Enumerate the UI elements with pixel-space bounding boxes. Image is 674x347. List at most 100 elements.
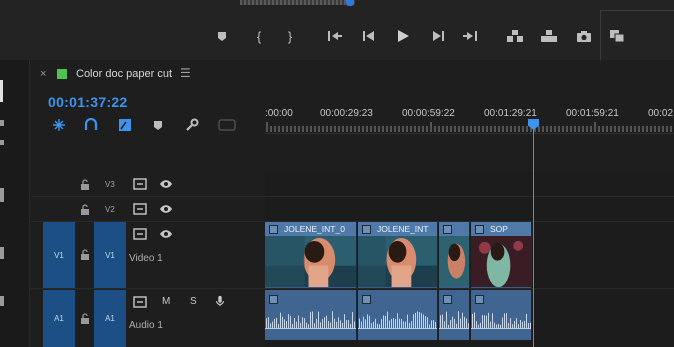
sequence-tab[interactable]: × Color doc paper cut ☰ [31,60,674,88]
sync-lock-icon[interactable] [133,296,147,308]
track-header-v2: V2 [31,197,265,221]
fx-badge-icon [475,224,484,234]
tool-indicator[interactable] [0,120,4,126]
lock-icon[interactable] [80,204,90,215]
audio-waveform [472,312,531,328]
ruler-label: 00:01:59:21 [566,108,619,119]
ruler-ticks [266,122,672,132]
time-ruler[interactable]: :00:00 00:00:29:23 00:00:59:22 00:01:29:… [265,100,674,140]
solo-button[interactable]: S [190,296,197,307]
track-lane-v3[interactable] [265,172,674,196]
ruler-divider [265,133,674,134]
lock-icon[interactable] [80,313,90,324]
eye-icon[interactable] [159,203,173,215]
microphone-icon[interactable] [213,295,227,307]
marker-icon [218,31,226,41]
sequence-title: Color doc paper cut [76,68,172,80]
fx-badge-icon [443,224,452,234]
mute-button[interactable]: M [162,296,170,307]
insert-icon [507,30,523,42]
tool-indicator[interactable] [0,247,4,259]
wrench-icon[interactable] [184,117,200,133]
clip-thumbnail [265,236,356,288]
track-lane-v1[interactable]: JOLENE_INT_0 JOLENE_INT SOP [265,222,674,288]
ruler-label: 00:00:59:22 [402,108,455,119]
tool-indicator[interactable] [0,188,4,202]
mark-in-button[interactable]: { [252,26,266,46]
ruler-label: :00:00 [265,108,293,119]
audio-clip[interactable] [471,290,532,340]
export-frame-button[interactable] [575,26,593,46]
go-to-out-button[interactable] [461,26,479,46]
track-header-v1: V1 V1 Video 1 [31,222,265,288]
step-back-button[interactable] [361,26,377,46]
caption-icon[interactable] [217,117,237,133]
audio-clip[interactable] [265,290,357,340]
ruler-label: 00:00:29:23 [320,108,373,119]
audio-clip[interactable] [358,290,438,340]
fx-badge-icon [362,224,371,234]
clip-name: SOP [490,224,508,234]
mark-out-button[interactable]: } [283,26,297,46]
audio-waveform [440,311,469,328]
program-playhead[interactable] [346,0,354,6]
clip-thumbnail [439,236,469,287]
volume-line[interactable] [471,328,531,329]
tools-panel [0,60,30,347]
track-name: Audio 1 [129,320,163,331]
eye-icon[interactable] [159,178,173,190]
tool-indicator[interactable] [0,80,3,102]
timeline-toolbar [51,117,241,135]
ruler-label: 00:02 [648,108,674,119]
playhead-line[interactable] [533,126,534,347]
linked-selection-icon[interactable] [83,117,99,133]
eye-icon[interactable] [159,228,173,240]
overwrite-button[interactable] [539,26,559,46]
track-lane-v2[interactable] [265,197,674,221]
audio-waveform [359,311,436,328]
tool-indicator[interactable] [0,296,4,306]
sync-lock-icon[interactable] [133,228,147,240]
volume-line[interactable] [265,328,356,329]
source-patch-a1[interactable]: A1 [43,290,75,347]
audio-clip[interactable] [439,290,470,340]
track-separator [31,288,674,289]
video-clip[interactable] [439,222,470,288]
video-clip[interactable]: JOLENE_INT [358,222,438,288]
add-marker-button[interactable] [214,26,230,46]
audio-waveform [266,311,355,328]
lock-icon[interactable] [80,179,90,190]
comparison-view-button[interactable] [608,26,626,46]
track-target-v1[interactable]: V1 [94,222,126,288]
clip-name: JOLENE_INT [377,224,429,234]
volume-line[interactable] [439,328,469,329]
step-back-icon [363,31,374,41]
clip-thumbnail [471,236,531,288]
source-patch-v1[interactable]: V1 [43,222,75,288]
marker-icon[interactable] [150,117,166,133]
play-button[interactable] [394,26,412,46]
track-target-a1[interactable]: A1 [94,290,126,347]
timeline-panel: × Color doc paper cut ☰ 00:01:37:22 :00:… [31,60,674,347]
playhead-timecode[interactable]: 00:01:37:22 [48,94,128,110]
panel-menu-icon[interactable]: ☰ [180,66,191,80]
add-marker-icon[interactable] [117,117,133,133]
snap-icon[interactable] [51,117,67,133]
step-forward-button[interactable] [430,26,446,46]
insert-button[interactable] [505,26,525,46]
video-clip[interactable]: SOP [471,222,532,288]
tool-indicator[interactable] [0,140,4,145]
track-label: V3 [105,180,115,189]
sync-lock-icon[interactable] [133,203,147,215]
track-lane-a1[interactable] [265,290,674,347]
volume-line[interactable] [358,328,437,329]
program-scrubber[interactable] [240,0,355,5]
go-to-in-icon [328,31,342,41]
sync-lock-icon[interactable] [133,178,147,190]
tracks-area: V3 V2 V1 V1 Video 1 JOLENE_INT_0 JOLENE_… [31,172,674,347]
lock-icon[interactable] [80,249,90,260]
video-clip[interactable]: JOLENE_INT_0 [265,222,357,288]
close-icon[interactable]: × [40,68,46,80]
clip-name: JOLENE_INT_0 [284,224,345,234]
go-to-in-button[interactable] [326,26,344,46]
